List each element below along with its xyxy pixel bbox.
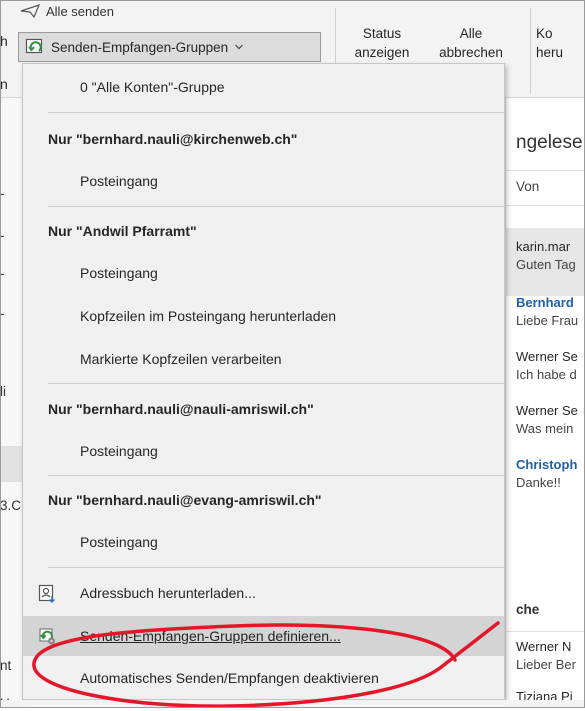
menu-item-label: Posteingang	[80, 265, 158, 281]
menu-header-label: Nur "Andwil Pfarramt"	[48, 223, 197, 239]
ribbon-separator	[530, 8, 531, 94]
menu-separator	[48, 475, 504, 476]
show-status-label-2: anzeigen	[354, 45, 410, 60]
selected-folder-edge	[0, 446, 22, 482]
ribbon-left-fragment-h: h	[0, 33, 8, 49]
message-preview: Was mein	[516, 421, 574, 436]
menu-item-inbox-evang-amriswil[interactable]: Posteingang	[23, 522, 504, 562]
message-row[interactable]: Christoph Danke!!	[516, 456, 577, 492]
menu-separator	[48, 567, 504, 568]
menu-header-account-andwil[interactable]: Nur "Andwil Pfarramt"	[23, 211, 504, 251]
folder-fragment: -	[0, 266, 5, 281]
message-group-header[interactable]: che	[516, 602, 539, 617]
menu-item-inbox-kirchenweb[interactable]: Posteingang	[23, 161, 504, 201]
message-row[interactable]: Werner N Lieber Ber	[516, 638, 576, 674]
menu-item-inbox-nauli-amriswil[interactable]: Posteingang	[23, 431, 504, 471]
message-row[interactable]: karin.mar Guten Tag	[516, 238, 576, 274]
download-headers-label-1: Ko	[536, 26, 553, 41]
menu-header-label: Nur "bernhard.nauli@nauli-amriswil.ch"	[48, 401, 314, 417]
menu-item-disable-auto-send-receive[interactable]: Automatisches Senden/Empfangen deaktivie…	[23, 658, 504, 698]
message-sender: Christoph	[516, 457, 578, 472]
address-book-icon	[38, 584, 55, 603]
menu-header-label: Nur "bernhard.nauli@evang-amriswil.ch"	[48, 492, 322, 508]
message-sender: karin.mar	[516, 239, 571, 254]
show-status-button[interactable]: Status anzeigen	[342, 24, 422, 62]
folder-fragment: -	[0, 186, 5, 201]
menu-item-label: Posteingang	[80, 534, 158, 550]
chevron-down-icon	[235, 44, 244, 50]
send-all-label: Alle senden	[46, 3, 114, 19]
send-all-icon	[20, 4, 40, 18]
menu-item-label: Senden-Empfangen-Gruppen definieren...	[80, 628, 341, 644]
menu-separator	[48, 206, 504, 207]
menu-item-label: Posteingang	[80, 443, 158, 459]
message-sender: Werner Se	[516, 403, 578, 418]
folder-pane-edge: - - - - li 3.C nt Ur	[0, 98, 22, 711]
menu-item-label: 0 "Alle Konten"-Gruppe	[80, 79, 225, 95]
message-preview: Danke!!	[516, 475, 561, 490]
send-receive-groups-icon	[39, 628, 55, 645]
send-receive-groups-menu: 0 "Alle Konten"-Gruppe Nur "bernhard.nau…	[22, 63, 505, 700]
menu-separator	[48, 112, 504, 113]
cancel-all-label-1: Alle	[459, 26, 483, 41]
send-receive-icon	[25, 38, 43, 54]
message-preview: Liebe Frau	[516, 313, 579, 328]
menu-header-account-kirchenweb[interactable]: Nur "bernhard.nauli@kirchenweb.ch"	[23, 119, 504, 159]
message-row[interactable]: Werner Se Ich habe d	[516, 348, 578, 384]
message-preview: Ich habe d	[516, 367, 577, 382]
menu-header-label: Nur "bernhard.nauli@kirchenweb.ch"	[48, 131, 298, 147]
folder-fragment: nt	[0, 658, 12, 673]
menu-item-label: Adressbuch herunterladen...	[80, 585, 256, 601]
menu-item-label: Posteingang	[80, 173, 158, 189]
folder-fragment: -	[0, 306, 5, 321]
message-sender: Werner Se	[516, 349, 578, 364]
folder-fragment: li	[0, 384, 6, 399]
message-row[interactable]: Bernhard Liebe Frau	[516, 294, 578, 330]
message-row[interactable]: Werner Se Was mein	[516, 402, 578, 438]
divider	[506, 631, 585, 632]
show-status-label-1: Status	[362, 26, 402, 41]
message-sender: Werner N	[516, 639, 572, 654]
menu-item-define-send-receive-groups[interactable]: Senden-Empfangen-Gruppen definieren...	[23, 616, 504, 656]
menu-item-download-headers[interactable]: Kopfzeilen im Posteingang herunterladen	[23, 296, 504, 336]
message-preview: Lieber Ber	[516, 657, 576, 672]
message-list: ngelese Von karin.mar Guten Tag Bernhard…	[505, 98, 585, 708]
menu-item-label: Markierte Kopfzeilen verarbeiten	[80, 351, 282, 367]
message-sender: Bernhard	[516, 295, 574, 310]
menu-separator	[48, 383, 504, 384]
menu-item-label: Kopfzeilen im Posteingang herunterladen	[80, 308, 337, 324]
folder-fragment: 3.C	[0, 498, 22, 513]
send-receive-groups-label: Senden-Empfangen-Gruppen	[51, 39, 229, 55]
menu-item-process-marked-headers[interactable]: Markierte Kopfzeilen verarbeiten	[23, 339, 504, 379]
download-headers-button[interactable]: Ko heru	[536, 24, 585, 62]
menu-item-label: Automatisches Senden/Empfangen deaktivie…	[80, 670, 379, 686]
menu-item-inbox-andwil[interactable]: Posteingang	[23, 253, 504, 293]
column-header-from[interactable]: Von	[506, 170, 585, 206]
message-preview: Guten Tag	[516, 257, 576, 272]
message-list-filter-title[interactable]: ngelese	[516, 132, 583, 154]
cancel-all-label-2: abbrechen	[439, 45, 503, 60]
folder-fragment: -	[0, 228, 5, 243]
window-bottom-edge	[0, 700, 585, 708]
send-receive-groups-dropdown[interactable]: Senden-Empfangen-Gruppen	[18, 32, 321, 62]
menu-item-all-accounts-group[interactable]: 0 "Alle Konten"-Gruppe	[23, 67, 504, 107]
menu-header-account-evang-amriswil[interactable]: Nur "bernhard.nauli@evang-amriswil.ch"	[23, 480, 504, 520]
ribbon-left-fragment-n: n	[0, 76, 8, 92]
send-all-button[interactable]: Alle senden	[20, 0, 114, 22]
download-headers-label-2: heru	[536, 45, 564, 60]
menu-item-download-address-book[interactable]: Adressbuch herunterladen...	[23, 573, 504, 613]
cancel-all-button[interactable]: Alle abbrechen	[422, 24, 520, 62]
menu-header-account-nauli-amriswil[interactable]: Nur "bernhard.nauli@nauli-amriswil.ch"	[23, 389, 504, 429]
